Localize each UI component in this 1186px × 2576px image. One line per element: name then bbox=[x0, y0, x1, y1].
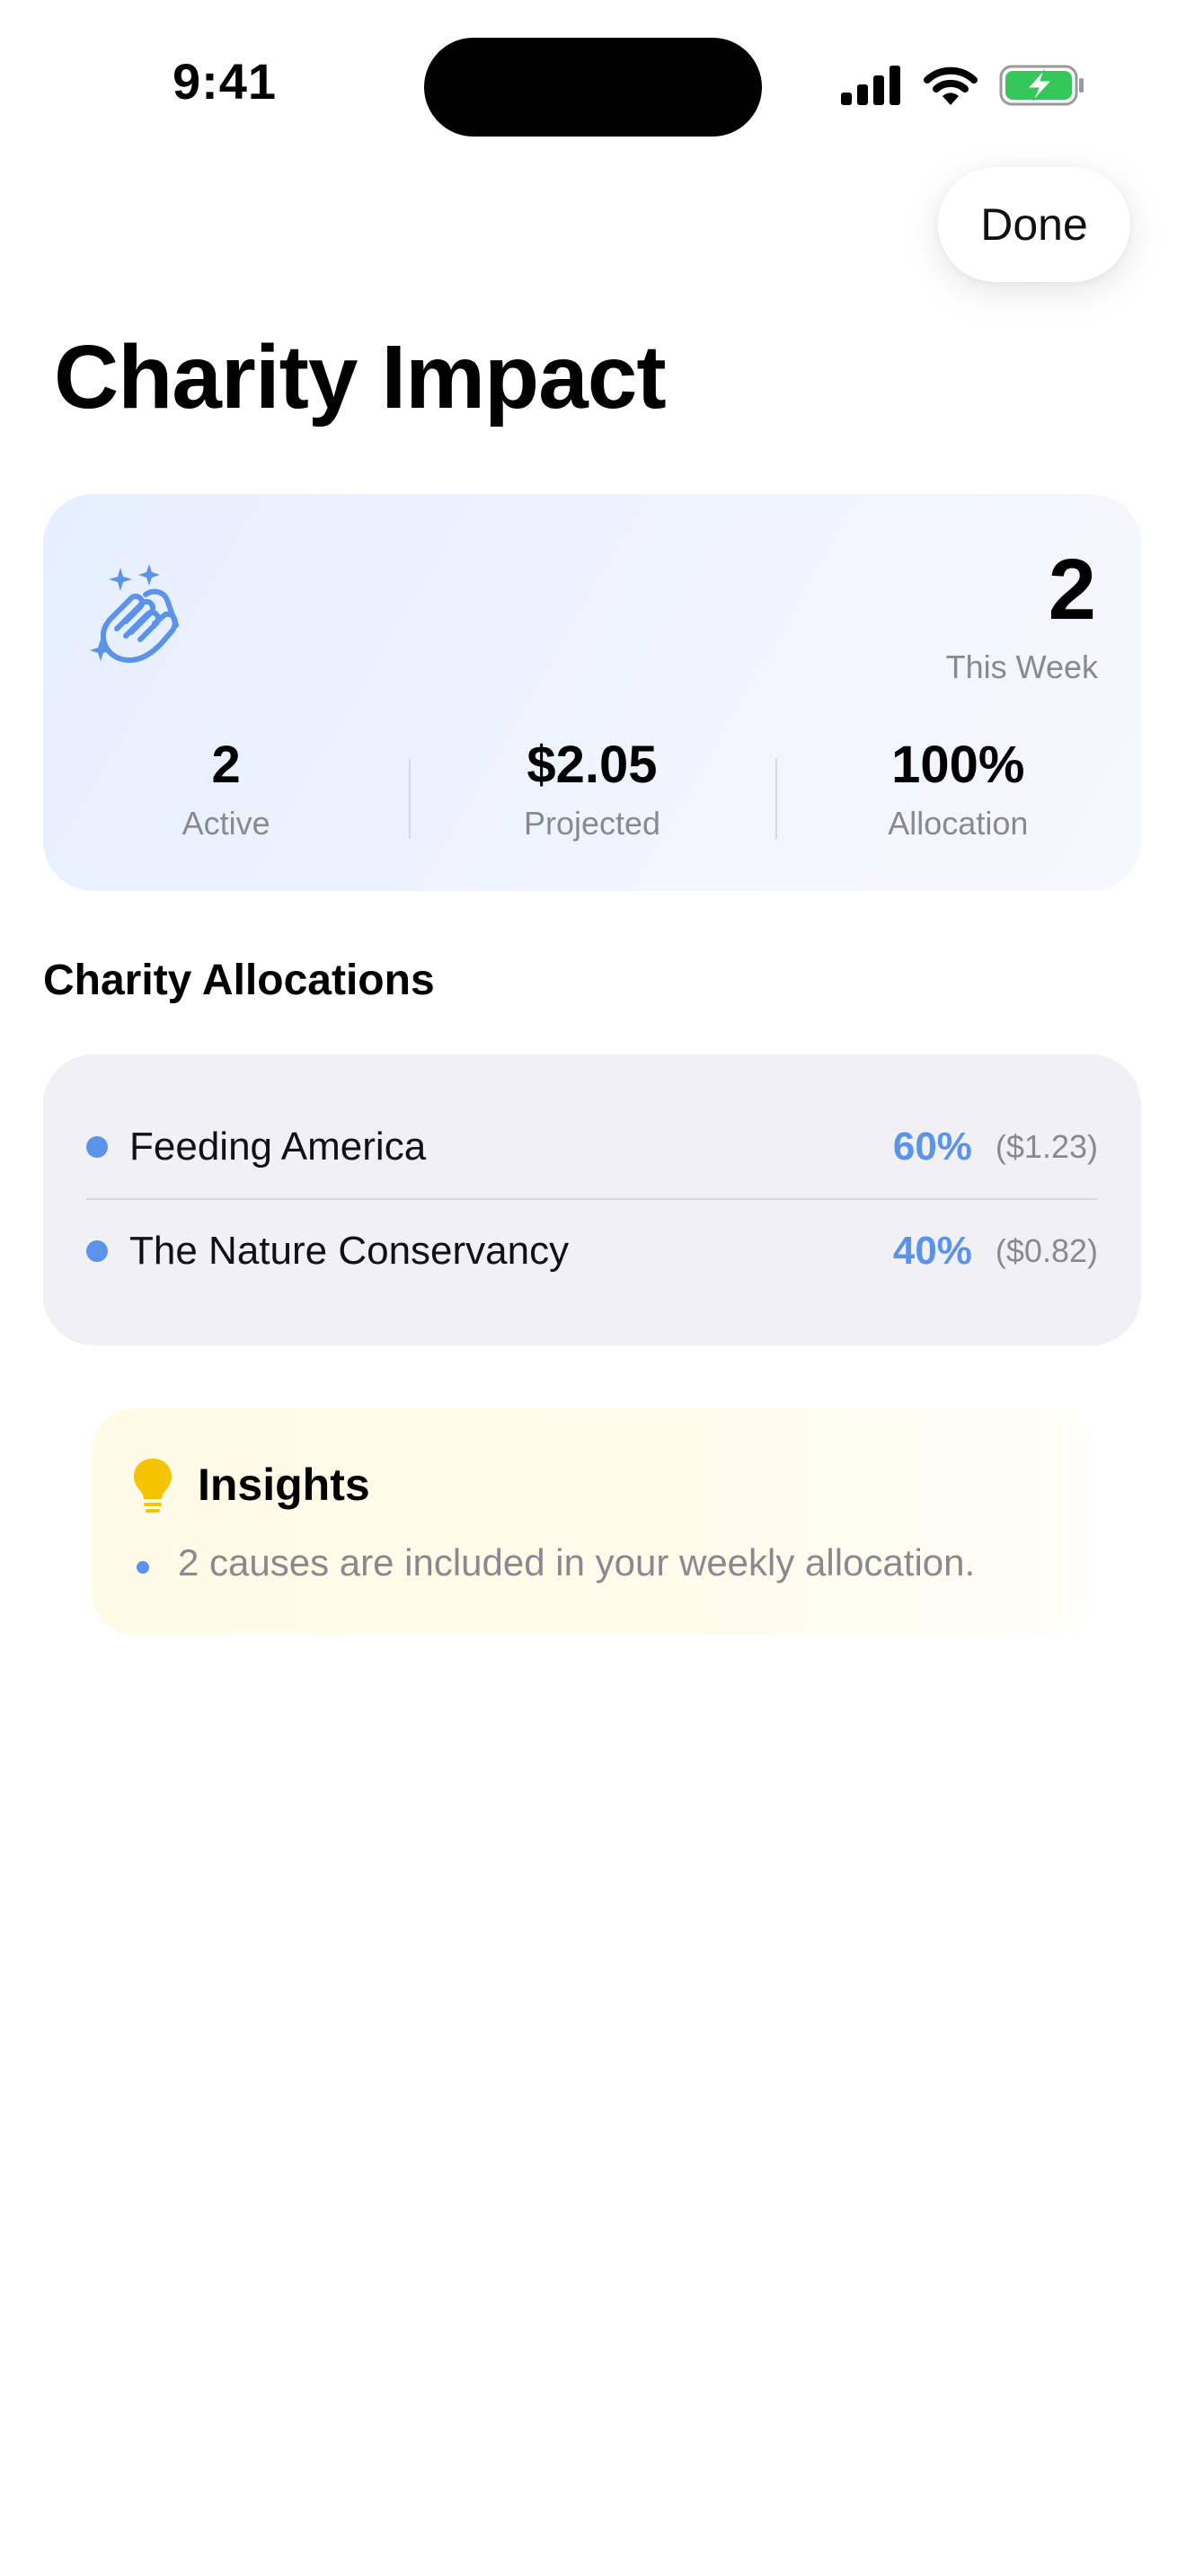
dynamic-island bbox=[424, 38, 762, 137]
done-button[interactable]: Done bbox=[938, 167, 1130, 282]
allocation-name: The Nature Conservancy bbox=[129, 1229, 570, 1273]
battery-charging-icon bbox=[999, 65, 1084, 106]
insights-card: Insights 2 causes are included in your w… bbox=[92, 1408, 1093, 1635]
stat-label: Active bbox=[181, 805, 270, 842]
status-icons bbox=[839, 63, 1085, 108]
stat-value: $2.05 bbox=[527, 736, 658, 794]
allocation-dot bbox=[86, 1136, 108, 1158]
allocation-name: Feeding America bbox=[129, 1125, 427, 1169]
allocation-row[interactable]: Feeding America 60% ($1.23) bbox=[86, 1096, 1098, 1200]
stat-value: 2 bbox=[211, 736, 241, 794]
stat-label: Projected bbox=[523, 805, 661, 842]
allocation-dot bbox=[86, 1240, 108, 1262]
summary-card: 2 This Week 2 Active $2.05 Projected 100… bbox=[43, 494, 1141, 891]
weekly-label: This Week bbox=[945, 648, 1098, 685]
section-title-charity-allocations: Charity Allocations bbox=[43, 957, 435, 1004]
lightbulb-icon bbox=[134, 1459, 172, 1513]
page-title: Charity Impact bbox=[54, 327, 667, 428]
stat-label: Allocation bbox=[888, 805, 1029, 842]
weekly-count: 2 bbox=[1048, 542, 1096, 638]
cellular-signal-icon bbox=[841, 66, 900, 105]
allocation-row[interactable]: The Nature Conservancy 40% ($0.82) bbox=[86, 1200, 1098, 1302]
status-bar: 9:41 bbox=[0, 0, 1186, 171]
allocation-amount: ($0.82) bbox=[995, 1232, 1098, 1269]
stat-active: 2 Active bbox=[43, 729, 409, 846]
stats-row: 2 Active $2.05 Projected 100% Allocation bbox=[43, 729, 1141, 846]
stat-value: 100% bbox=[891, 736, 1025, 794]
insight-text: 2 causes are included in your weekly all… bbox=[178, 1541, 976, 1584]
allocations-card: Feeding America 60% ($1.23) The Nature C… bbox=[43, 1054, 1141, 1345]
wifi-icon bbox=[924, 66, 978, 105]
allocation-percent: 40% bbox=[892, 1229, 972, 1273]
stat-projected: $2.05 Projected bbox=[409, 729, 774, 846]
insight-bullet bbox=[137, 1561, 149, 1574]
stat-allocation: 100% Allocation bbox=[774, 729, 1141, 846]
status-time: 9:41 bbox=[172, 53, 278, 110]
allocation-amount: ($1.23) bbox=[995, 1128, 1098, 1165]
hands-clapping-sparkles-icon bbox=[90, 564, 179, 663]
allocation-percent: 60% bbox=[892, 1125, 972, 1169]
insights-title: Insights bbox=[198, 1460, 370, 1510]
